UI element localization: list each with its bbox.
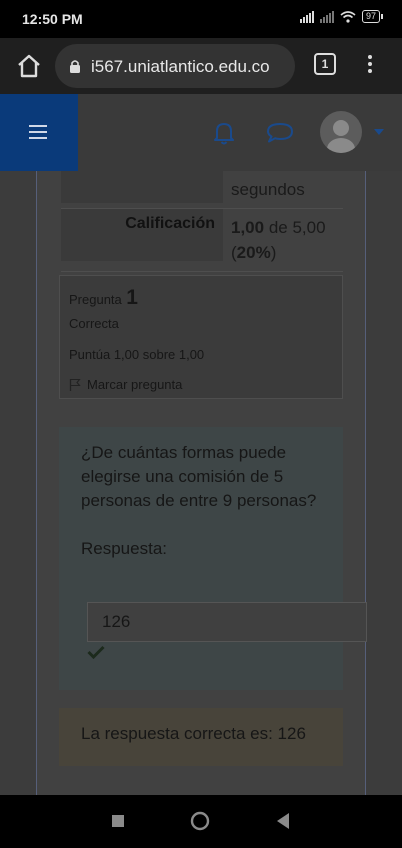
summary-value: segundos <box>223 171 343 208</box>
wifi-icon <box>340 10 356 23</box>
tab-switcher-button[interactable]: 1 <box>314 53 336 75</box>
system-nav-bar <box>0 795 402 848</box>
home-circle-icon[interactable] <box>190 811 210 831</box>
question-number-value: 1 <box>126 286 138 309</box>
signal-2-icon <box>319 10 334 23</box>
check-icon <box>87 645 105 659</box>
signal-icon <box>299 10 314 23</box>
table-row: segundos <box>61 171 343 209</box>
status-time: 12:50 PM <box>22 11 83 27</box>
question-grade: Puntúa 1,00 sobre 1,00 <box>69 347 205 362</box>
main-content: segundos Calificación 1,00 de 5,00 (20%)… <box>0 171 402 795</box>
question-label: Pregunta <box>69 292 122 307</box>
summary-label <box>61 171 223 203</box>
address-bar[interactable]: i567.uniatlantico.edu.co <box>55 44 295 88</box>
url-text: i567.uniatlantico.edu.co <box>91 57 270 76</box>
chat-icon[interactable] <box>266 122 294 144</box>
app-header <box>0 94 402 171</box>
summary-table: segundos Calificación 1,00 de 5,00 (20%) <box>61 171 343 272</box>
question-number: Pregunta 1 <box>69 286 333 310</box>
question-text: ¿De cuántas formas puede elegirse una co… <box>81 443 317 510</box>
avatar[interactable] <box>320 111 362 153</box>
summary-label: Calificación <box>61 209 223 261</box>
question-state: Correcta <box>69 316 119 331</box>
flag-question-link[interactable]: Marcar pregunta <box>69 377 333 392</box>
status-icons: 97 <box>299 10 384 23</box>
quiz-review-panel: segundos Calificación 1,00 de 5,00 (20%)… <box>36 171 367 795</box>
summary-value: 1,00 de 5,00 (20%) <box>223 209 343 271</box>
back-icon[interactable] <box>277 813 289 829</box>
home-icon[interactable] <box>16 53 42 79</box>
status-bar: 12:50 PM 97 <box>0 0 402 38</box>
question-box: ¿De cuántas formas puede elegirse una co… <box>59 427 367 690</box>
chevron-down-icon[interactable] <box>374 129 384 135</box>
answer-label: Respuesta: <box>81 539 167 558</box>
duration-unit: segundos <box>231 180 305 199</box>
paren-close: ) <box>270 243 277 262</box>
flag-icon <box>69 378 81 391</box>
browser-toolbar: i567.uniatlantico.edu.co 1 <box>0 38 402 94</box>
bell-icon[interactable] <box>212 120 236 146</box>
recent-apps-icon[interactable] <box>112 815 124 827</box>
battery-icon: 97 <box>361 10 384 23</box>
browser-menu-icon[interactable] <box>362 52 378 78</box>
grade-percent: 20% <box>236 243 271 262</box>
question-info-box: Pregunta 1 Correcta Puntúa 1,00 sobre 1,… <box>59 275 343 399</box>
grade-max: de 5,00 <box>264 218 326 237</box>
lock-icon <box>70 60 80 73</box>
answer-field[interactable]: 126 <box>87 602 367 642</box>
grade-value: 1,00 <box>231 218 265 237</box>
table-row: Calificación 1,00 de 5,00 (20%) <box>61 209 343 272</box>
hamburger-menu-icon[interactable] <box>0 94 78 171</box>
flag-label: Marcar pregunta <box>87 377 183 392</box>
correct-answer-feedback: La respuesta correcta es: 126 <box>59 708 343 766</box>
